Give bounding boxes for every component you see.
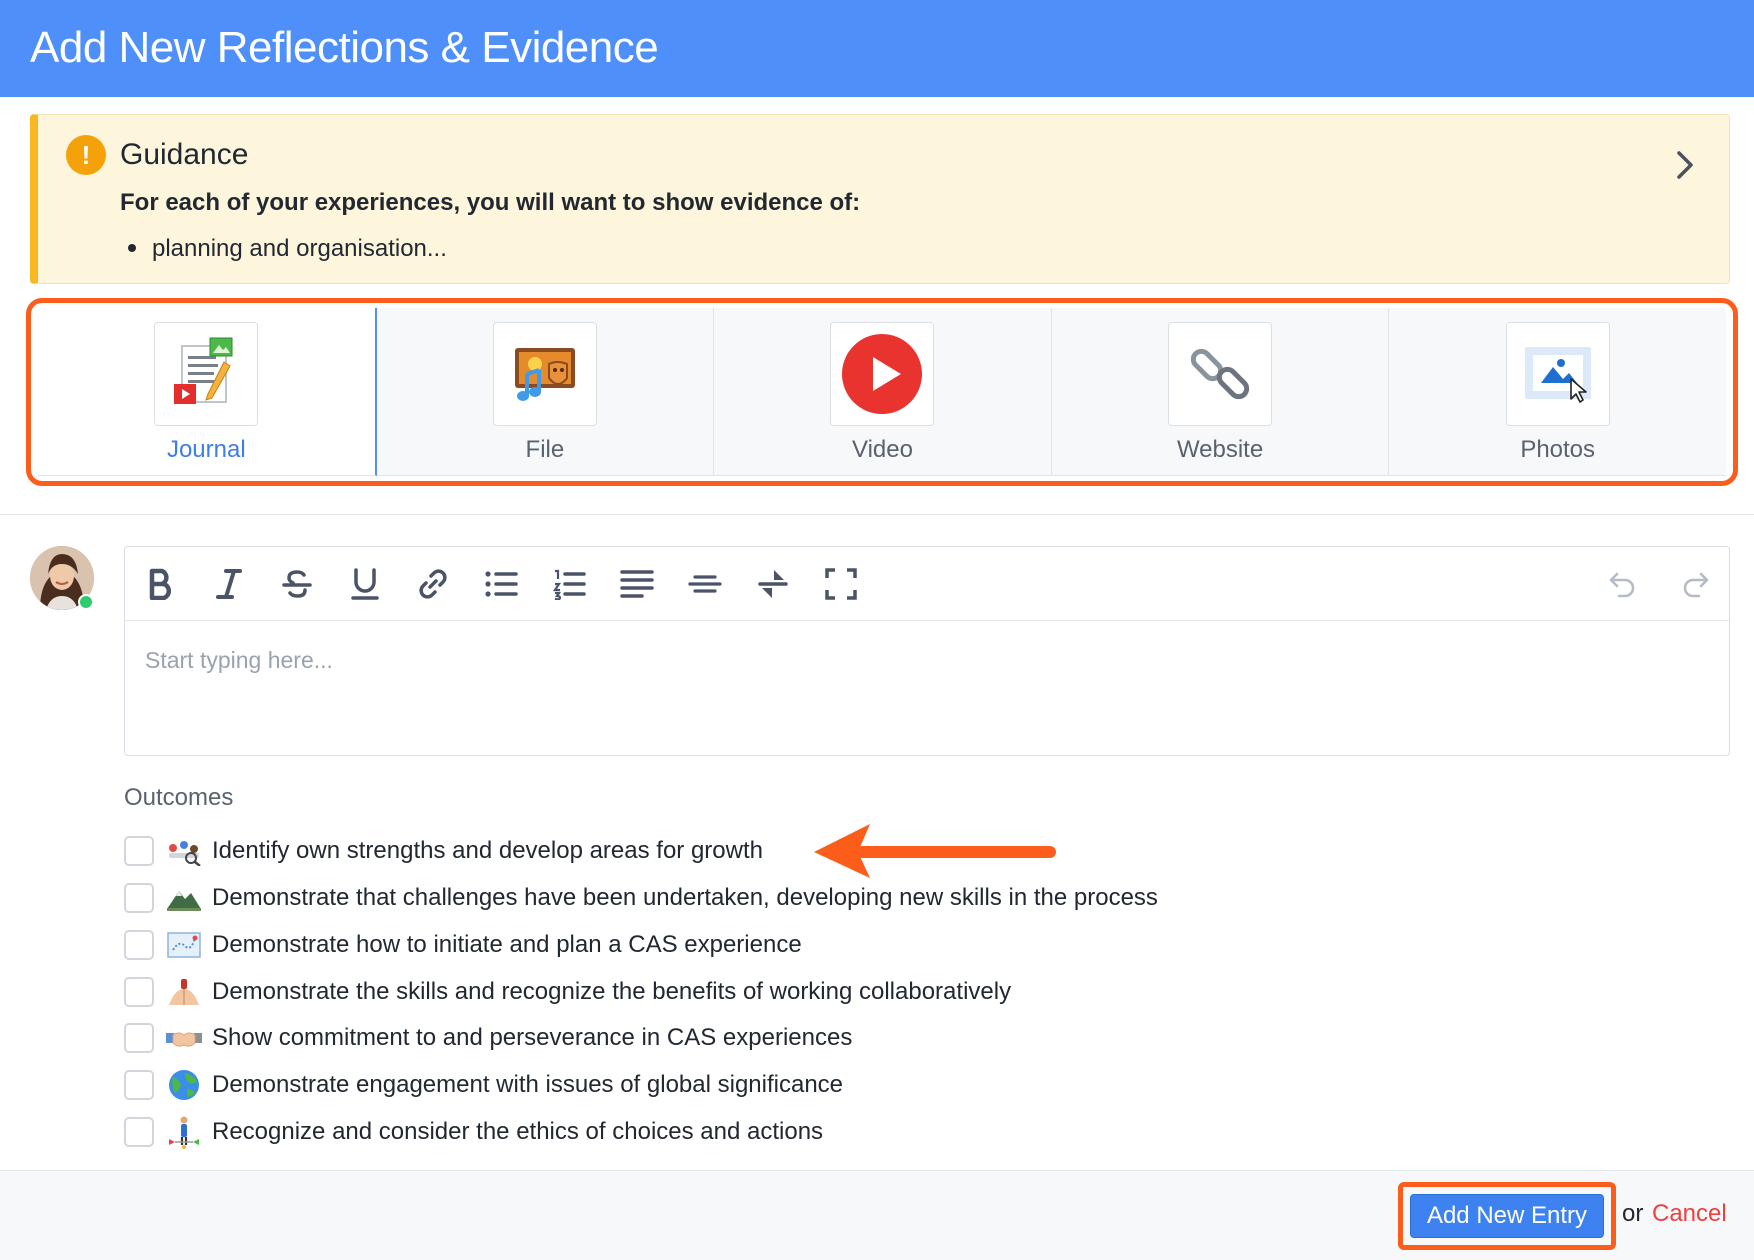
mountain-icon [164,882,204,914]
align-center-button[interactable] [685,564,725,604]
bold-icon [149,568,172,600]
align-justify-icon [620,570,654,598]
photos-icon-box [1505,322,1610,426]
outcome-checkbox[interactable] [124,883,154,913]
link-icon [419,569,447,599]
entry-type-label: File [525,436,565,463]
bullet-dot [128,243,136,252]
website-icon-box [1168,322,1273,426]
outcome-text: Demonstrate engagement with issues of gl… [212,1071,844,1098]
file-icon [514,348,575,401]
outcome-text: Show commitment to and perseverance in C… [212,1024,853,1051]
annotation-arrow-icon [814,824,1056,878]
cancel-link[interactable]: Cancel [1652,1198,1727,1230]
map-icon [164,929,204,961]
page-header: Add New Reflections & Evidence [0,0,1754,97]
entry-type-label: Website [1176,436,1264,463]
outcome-item: Show commitment to and perseverance in C… [124,1022,852,1054]
ethics-icon [164,1116,204,1149]
bullet-list-button[interactable] [481,564,521,604]
online-status-icon [78,594,94,610]
editor-toolbar [125,547,1729,621]
numbered-list-icon [552,569,586,600]
photos-icon [1524,347,1591,403]
outcomes-title: Outcomes [124,784,234,811]
strengths-icon [164,835,204,867]
bold-button[interactable] [141,564,181,604]
outcome-text: Demonstrate the skills and recognize the… [212,978,1012,1005]
video-play-icon [842,334,923,414]
bullet-list-icon [485,571,518,597]
collaboration-icon [164,976,204,1008]
entry-type-file[interactable]: File [376,308,715,476]
guidance-lead: For each of your experiences, you will w… [120,189,861,216]
outcome-checkbox[interactable] [124,930,154,960]
journal-icon [174,337,233,404]
outcome-item: Identify own strengths and develop areas… [124,835,763,867]
outcome-checkbox[interactable] [124,1023,154,1053]
chevron-right-icon[interactable] [1669,145,1701,185]
reverse-icon [758,570,788,598]
underline-icon [351,568,379,600]
fullscreen-button[interactable] [821,564,861,604]
outcome-text: Identify own strengths and develop areas… [212,837,763,864]
reverse-button[interactable] [753,564,793,604]
link-button[interactable] [413,564,453,604]
file-icon-box [492,322,597,426]
page-title: Add New Reflections & Evidence [30,23,659,72]
outcome-checkbox[interactable] [124,977,154,1007]
align-center-icon [688,575,722,593]
outcome-item: Demonstrate how to initiate and plan a C… [124,929,802,961]
entry-type-photos[interactable]: Photos [1389,308,1726,476]
outcome-checkbox[interactable] [124,1070,154,1100]
italic-icon [216,569,242,599]
rich-text-editor[interactable]: Start typing here... [124,546,1730,756]
entry-type-label: Journal [166,436,246,463]
handshake-icon [164,1022,204,1054]
underline-button[interactable] [345,564,385,604]
guidance-panel[interactable]: ! Guidance For each of your experiences,… [30,114,1730,284]
add-new-entry-button[interactable]: Add New Entry [1410,1194,1604,1238]
outcome-item: Demonstrate engagement with issues of gl… [124,1069,843,1101]
align-justify-button[interactable] [617,564,657,604]
link-icon [1190,348,1250,400]
globe-icon [164,1069,204,1101]
italic-button[interactable] [209,564,249,604]
entry-type-video[interactable]: Video [714,308,1052,476]
entry-type-website[interactable]: Website [1051,308,1390,476]
outcome-text: Demonstrate that challenges have been un… [212,884,1158,911]
guidance-bullet: planning and organisation... [120,233,447,265]
outcome-item: Demonstrate the skills and recognize the… [124,976,1011,1008]
or-text: or [1622,1200,1644,1227]
entry-type-tabs: Journal File Video Website Photos [38,308,1726,476]
exclamation-icon: ! [66,135,106,175]
guidance-bullet-text: planning and organisation... [152,235,447,262]
editor-placeholder[interactable]: Start typing here... [145,645,333,675]
strikethrough-icon [282,570,312,598]
outcome-checkbox[interactable] [124,1117,154,1147]
undo-button[interactable] [1603,564,1643,604]
outcome-item: Demonstrate that challenges have been un… [124,882,1158,914]
entry-type-label: Video [852,436,913,463]
section-divider [0,514,1754,515]
journal-icon-box [154,322,259,426]
undo-icon [1609,572,1635,598]
redo-icon [1683,572,1709,598]
numbered-list-button[interactable] [549,564,589,604]
outcome-text: Recognize and consider the ethics of cho… [212,1118,824,1145]
strikethrough-button[interactable] [277,564,317,604]
guidance-title: Guidance [120,138,249,171]
fullscreen-icon [825,568,857,600]
outcome-text: Demonstrate how to initiate and plan a C… [212,931,802,958]
video-icon-box [830,322,935,426]
outcome-item: Recognize and consider the ethics of cho… [124,1116,824,1149]
entry-type-label: Photos [1520,436,1596,463]
redo-button[interactable] [1675,564,1715,604]
entry-type-journal[interactable]: Journal [38,308,377,476]
outcome-checkbox[interactable] [124,836,154,866]
